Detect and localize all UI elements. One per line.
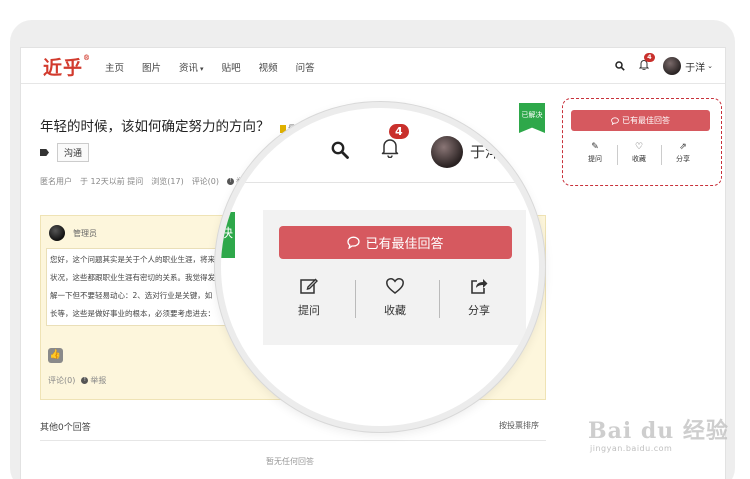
divider (40, 440, 546, 441)
question-title: 年轻的时候，该如何确定努力的方向？ 悬赏 (40, 115, 304, 135)
answer-report[interactable]: ! 举报 (81, 375, 106, 386)
question-views: 浏览(17) (151, 177, 184, 186)
avatar[interactable] (431, 136, 463, 168)
nav-link-qa[interactable]: 问答 (296, 60, 315, 74)
notification-badge: 4 (389, 124, 409, 139)
search-icon[interactable] (615, 61, 625, 71)
username: 于洋 (685, 62, 706, 74)
top-nav: 近乎® 主页 图片 资讯 ▾ 贴吧 视频 问答 4 于洋 ⌄ (21, 48, 725, 84)
favorite-button[interactable]: 收藏 (365, 276, 425, 318)
chevron-down-icon: ⌄ (504, 146, 515, 160)
answer-line: 您好，这个问题其实是关于个人的职业生涯，将来 (50, 255, 215, 264)
ask-button[interactable]: 提问 (279, 276, 339, 318)
question-author[interactable]: 匿名用户 (40, 176, 72, 187)
site-logo[interactable]: 近乎® (43, 53, 91, 80)
edit-icon: ✎ (591, 142, 599, 152)
baidu-watermark: Bai du 经验 (588, 418, 729, 444)
best-answer-button[interactable]: 已有最佳回答 (279, 226, 512, 259)
notification-button[interactable]: 4 (638, 53, 655, 73)
divider (661, 145, 662, 165)
tag-icon (40, 149, 49, 156)
bell-icon[interactable] (381, 138, 399, 158)
nav-link-forum[interactable]: 贴吧 (222, 60, 241, 74)
answer-author[interactable]: 管理员 (73, 228, 97, 239)
watermark-url: jingyan.baidu.com (590, 444, 673, 453)
answer-meta: 评论(0) ! 举报 (48, 375, 106, 386)
answer-line: 长等，这些是做好事业的根本，必须要考虑进去： (50, 309, 215, 318)
answer-line: 解一下但不要轻易动心：2、选对行业是关键，如 (50, 291, 213, 300)
sort-by-votes[interactable]: 按投票排序 (499, 420, 539, 431)
divider (355, 280, 356, 318)
heart-icon: ♡ (634, 142, 644, 152)
avatar (663, 57, 682, 75)
nav-right: 4 于洋 ⌄ (615, 53, 713, 76)
share-button[interactable]: 分享 (449, 276, 509, 318)
tag-row: 沟通 (40, 143, 90, 162)
nav-link-home[interactable]: 主页 (105, 60, 124, 74)
chevron-down-icon: ⌄ (707, 62, 713, 70)
ask-button[interactable]: ✎ 提问 (588, 142, 602, 164)
share-icon: ⇗ (679, 142, 687, 152)
chevron-down-icon: ▾ (200, 65, 204, 73)
divider (221, 182, 539, 183)
warning-icon: ! (81, 377, 89, 384)
solved-ribbon: 决 (221, 212, 235, 258)
tag-chip[interactable]: 沟通 (57, 143, 90, 162)
magnifier-lens: 4 于洋 ⌄ 决 已有最佳回答 提问 收藏 分享 (215, 102, 545, 432)
avatar[interactable] (49, 225, 65, 241)
share-button[interactable]: ⇗ 分享 (676, 142, 690, 164)
answer-line: 状况，这些都跟职业生涯有密切的关系。我觉得发 (50, 273, 215, 282)
other-answers-count: 其他0个回答 (40, 423, 91, 433)
user-menu[interactable]: 于洋 ⌄ (470, 141, 515, 162)
divider (617, 145, 618, 165)
like-button[interactable]: 👍 (48, 348, 63, 363)
best-answer-button[interactable]: 已有最佳回答 (571, 110, 710, 131)
notification-badge: 4 (644, 53, 655, 62)
search-icon[interactable] (331, 141, 349, 159)
nav-link-video[interactable]: 视频 (259, 60, 278, 74)
question-comments[interactable]: 评论(0) (192, 176, 219, 187)
chat-bubble-icon (347, 236, 361, 249)
edit-icon (300, 278, 318, 294)
no-answers-text: 暂无任何回答 (266, 457, 314, 466)
action-row: 提问 收藏 分享 (279, 276, 512, 328)
answer-body: 您好，这个问题其实是关于个人的职业生涯，将来 状况，这些都跟职业生涯有密切的关系… (46, 248, 236, 326)
mini-action-row: ✎ 提问 ♡ 收藏 ⇗ 分享 (573, 142, 705, 164)
divider (439, 280, 440, 318)
thumbs-up-icon: 👍 (49, 350, 62, 360)
user-menu[interactable]: 于洋 ⌄ (663, 57, 713, 75)
nav-links: 主页 图片 资讯 ▾ 贴吧 视频 问答 (105, 60, 315, 74)
nav-link-news[interactable]: 资讯 ▾ (179, 60, 204, 74)
solved-ribbon: 已解决 (519, 103, 545, 133)
answer-comments[interactable]: 评论(0) (48, 375, 75, 386)
chat-bubble-icon (611, 116, 619, 125)
question-time: 于 12天以前 提问 (80, 177, 144, 186)
heart-icon (386, 277, 404, 294)
share-icon (471, 279, 488, 294)
favorite-button[interactable]: ♡ 收藏 (632, 142, 646, 164)
answer-header: 管理员 (49, 225, 97, 241)
nav-link-images[interactable]: 图片 (142, 60, 161, 74)
